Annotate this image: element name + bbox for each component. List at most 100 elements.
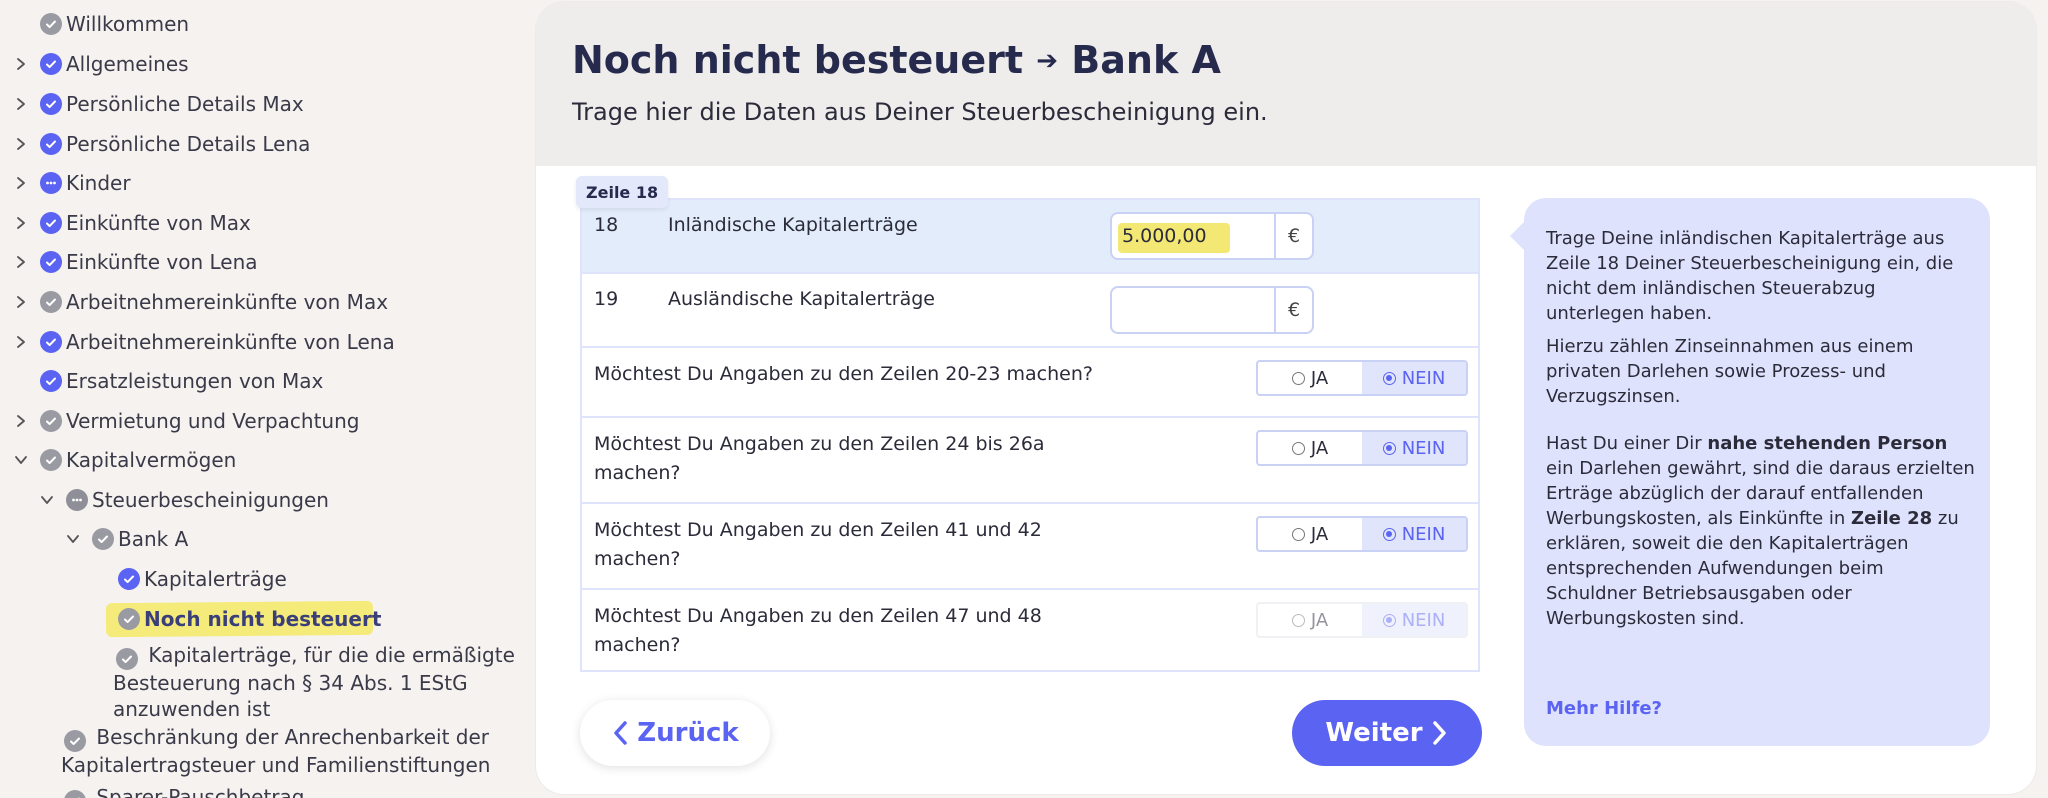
question-label: Möchtest Du Angaben zu den Zeilen 41 und…	[594, 519, 1042, 570]
radio-selected-icon	[1382, 371, 1396, 385]
question-row-47-48: Möchtest Du Angaben zu den Zeilen 47 und…	[582, 590, 1478, 672]
check-icon	[40, 251, 62, 273]
help-panel: Trage Deine inländischen Kapitalerträge …	[1510, 198, 1990, 746]
sidebar-item-label: Einkünfte von Lena	[66, 250, 258, 274]
chevron-right-icon[interactable]	[14, 295, 28, 309]
check-icon	[118, 608, 140, 630]
sidebar-item-label: Bank A	[118, 527, 189, 551]
chevron-right-icon[interactable]	[14, 57, 28, 71]
option-nein[interactable]: NEIN	[1362, 362, 1466, 394]
sidebar-item-label: Ersatzleistungen von Max	[66, 369, 324, 393]
check-icon	[116, 648, 138, 670]
form-table: 18 Inländische Kapitalerträge 5.000,00 €…	[580, 198, 1480, 672]
check-icon	[40, 410, 62, 432]
question-label: Möchtest Du Angaben zu den Zeilen 24 bis…	[594, 433, 1045, 484]
sidebar-item[interactable]: Steuerbescheinigungen	[66, 484, 329, 516]
sidebar-item-label: Arbeitnehmereinkünfte von Max	[66, 290, 389, 314]
row-label: Inländische Kapitalerträge	[668, 214, 918, 236]
sidebar-item[interactable]: Bank A	[92, 523, 188, 555]
check-icon	[40, 212, 62, 234]
yes-no-toggle[interactable]: JA NEIN	[1256, 360, 1468, 396]
chevron-left-icon	[611, 720, 629, 746]
sidebar-item-label: Kapitalerträge	[144, 567, 287, 591]
sidebar-item-ermaessigt[interactable]: Kapitalerträge, für die die ermäßigte Be…	[113, 642, 515, 722]
yes-no-toggle[interactable]: JA NEIN	[1256, 516, 1468, 552]
sidebar-item[interactable]: Kinder	[40, 167, 131, 199]
radio-selected-icon	[1382, 613, 1396, 627]
sidebar-item-label: Persönliche Details Max	[66, 92, 304, 116]
radio-selected-icon	[1382, 527, 1396, 541]
form-row-18: 18 Inländische Kapitalerträge 5.000,00 €	[582, 200, 1478, 274]
option-nein[interactable]: NEIN	[1362, 432, 1466, 464]
currency-unit: €	[1274, 214, 1312, 258]
help-text: Trage Deine inländischen Kapitalerträge …	[1546, 228, 1975, 629]
option-ja[interactable]: JA	[1258, 362, 1362, 394]
question-row-20-23: Möchtest Du Angaben zu den Zeilen 20-23 …	[582, 348, 1478, 418]
chevron-down-icon[interactable]	[66, 532, 80, 546]
sidebar-item[interactable]: Noch nicht besteuert	[118, 603, 381, 635]
arrow-right-icon: ➔	[1036, 46, 1059, 76]
sidebar-item[interactable]: Willkommen	[40, 8, 189, 40]
yes-no-toggle[interactable]: JA NEIN	[1256, 430, 1468, 466]
sidebar-item-label: Kinder	[66, 171, 131, 195]
sidebar-item[interactable]: Arbeitnehmereinkünfte von Lena	[40, 326, 395, 358]
row-label: Ausländische Kapitalerträge	[668, 288, 935, 310]
chevron-right-icon[interactable]	[14, 414, 28, 428]
chevron-down-icon[interactable]	[40, 493, 54, 507]
chevron-right-icon[interactable]	[14, 255, 28, 269]
chevron-right-icon[interactable]	[14, 176, 28, 190]
main-card: Noch nicht besteuert ➔ Bank A Trage hier…	[536, 2, 2036, 794]
sidebar-item[interactable]: Einkünfte von Max	[40, 207, 251, 239]
sidebar-item[interactable]: Persönliche Details Lena	[40, 128, 310, 160]
page-header: Noch nicht besteuert ➔ Bank A Trage hier…	[536, 2, 2036, 166]
check-icon	[40, 133, 62, 155]
sidebar-item[interactable]: Kapitalerträge	[118, 563, 287, 595]
option-nein: NEIN	[1362, 604, 1466, 636]
radio-selected-icon	[1382, 441, 1396, 455]
sidebar-item[interactable]: Vermietung und Verpachtung	[40, 405, 359, 437]
back-button[interactable]: Zurück	[580, 700, 770, 766]
chevron-right-icon[interactable]	[14, 216, 28, 230]
chevron-right-icon[interactable]	[14, 137, 28, 151]
chevron-right-icon[interactable]	[14, 335, 28, 349]
chevron-right-icon[interactable]	[14, 97, 28, 111]
sidebar-item-beschraenkung[interactable]: Beschränkung der Anrechenbarkeit der Kap…	[61, 724, 490, 778]
sidebar-item-label: Allgemeines	[66, 52, 189, 76]
radio-icon	[1291, 527, 1305, 541]
chevron-down-icon[interactable]	[14, 453, 28, 467]
row-number: 18	[594, 214, 619, 236]
sidebar-item-label: Arbeitnehmereinkünfte von Lena	[66, 330, 395, 354]
sidebar-item[interactable]: Einkünfte von Lena	[40, 246, 258, 278]
sidebar-item[interactable]: Kapitalvermögen	[40, 444, 236, 476]
auslaendische-kapitalertraege-input[interactable]: €	[1110, 286, 1314, 334]
radio-icon	[1291, 613, 1305, 627]
sidebar-item[interactable]: Allgemeines	[40, 48, 189, 80]
inlaendische-kapitalertraege-input[interactable]: 5.000,00 €	[1110, 212, 1314, 260]
next-button[interactable]: Weiter	[1292, 700, 1482, 766]
row-number: 19	[594, 288, 619, 310]
currency-unit: €	[1274, 288, 1312, 332]
sidebar-item[interactable]: Ersatzleistungen von Max	[40, 365, 323, 397]
question-label: Möchtest Du Angaben zu den Zeilen 20-23 …	[594, 363, 1093, 385]
check-icon	[118, 568, 140, 590]
check-icon	[92, 528, 114, 550]
sidebar-item-label: Vermietung und Verpachtung	[66, 409, 360, 433]
option-ja[interactable]: JA	[1258, 432, 1362, 464]
sidebar-item-label: Einkünfte von Max	[66, 211, 251, 235]
sidebar-item[interactable]: Arbeitnehmereinkünfte von Max	[40, 286, 388, 318]
check-icon	[40, 93, 62, 115]
in-progress-icon	[40, 172, 62, 194]
sidebar-navigation: Willkommen Allgemeines Persönliche Details…	[0, 0, 536, 798]
option-nein[interactable]: NEIN	[1362, 518, 1466, 550]
page-subtitle: Trage hier die Daten aus Deiner Steuerbe…	[572, 98, 1268, 126]
sidebar-item-label: Persönliche Details Lena	[66, 132, 311, 156]
check-icon	[64, 790, 86, 798]
form-row-19: 19 Ausländische Kapitalerträge €	[582, 274, 1478, 348]
more-help-link[interactable]: Mehr Hilfe?	[1546, 698, 1662, 719]
sidebar-item[interactable]: Persönliche Details Max	[40, 88, 304, 120]
option-ja[interactable]: JA	[1258, 518, 1362, 550]
sidebar-item-sparer[interactable]: Sparer-Pauschbetrag	[64, 784, 304, 798]
check-icon	[40, 370, 62, 392]
sidebar-item-label: Willkommen	[66, 12, 190, 36]
in-progress-icon	[66, 489, 88, 511]
